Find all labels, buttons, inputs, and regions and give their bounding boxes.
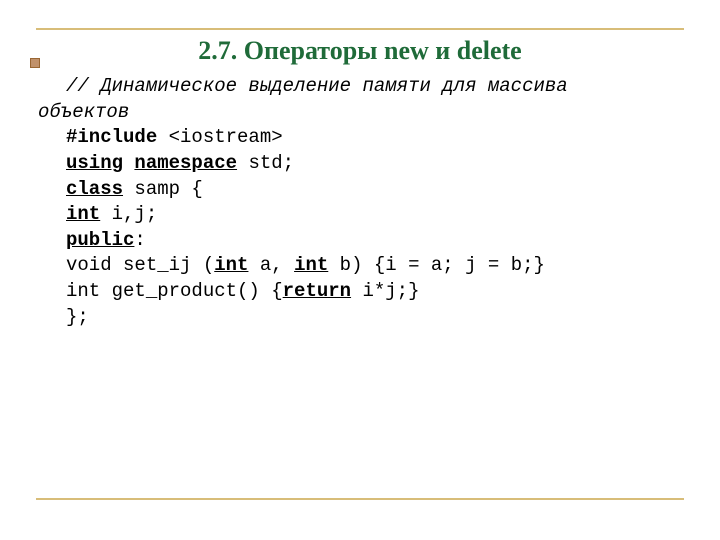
code-comment-cont: объектов bbox=[38, 100, 684, 126]
code-line: }; bbox=[38, 305, 684, 331]
code-text: i,j; bbox=[100, 203, 157, 225]
keyword-int: int bbox=[66, 203, 100, 225]
code-text: a, bbox=[248, 254, 294, 276]
code-line: #include <iostream> bbox=[38, 125, 684, 151]
code-text: i*j;} bbox=[351, 280, 419, 302]
keyword-class: class bbox=[66, 178, 123, 200]
slide-title: 2.7. Операторы new и delete bbox=[36, 30, 684, 66]
code-text: std; bbox=[237, 152, 294, 174]
code-text: b) {i = a; j = b;} bbox=[328, 254, 545, 276]
keyword-using: using bbox=[66, 152, 123, 174]
code-text: int get_product() { bbox=[66, 280, 283, 302]
rule-bottom bbox=[36, 498, 684, 500]
code-text: samp { bbox=[123, 178, 203, 200]
code-line: using namespace std; bbox=[38, 151, 684, 177]
keyword-namespace: namespace bbox=[134, 152, 237, 174]
slide: 2.7. Операторы new и delete // Динамичес… bbox=[0, 0, 720, 540]
code-line: void set_ij (int a, int b) {i = a; j = b… bbox=[38, 253, 684, 279]
keyword-include: #include bbox=[66, 126, 157, 148]
code-line: class samp { bbox=[38, 177, 684, 203]
code-text: void set_ij ( bbox=[66, 254, 214, 276]
keyword-return: return bbox=[283, 280, 351, 302]
code-line: int get_product() {return i*j;} bbox=[38, 279, 684, 305]
keyword-int: int bbox=[214, 254, 248, 276]
code-line: public: bbox=[38, 228, 684, 254]
code-text: : bbox=[134, 229, 145, 251]
code-block: // Динамическое выделение памяти для мас… bbox=[36, 72, 684, 330]
rule-top bbox=[36, 28, 684, 30]
code-comment: // Динамическое выделение памяти для мас… bbox=[38, 75, 568, 97]
code-text: <iostream> bbox=[157, 126, 282, 148]
keyword-int: int bbox=[294, 254, 328, 276]
code-text bbox=[123, 152, 134, 174]
code-text: }; bbox=[66, 306, 89, 328]
title-bullet-icon bbox=[30, 58, 40, 68]
keyword-public: public bbox=[66, 229, 134, 251]
code-line: int i,j; bbox=[38, 202, 684, 228]
